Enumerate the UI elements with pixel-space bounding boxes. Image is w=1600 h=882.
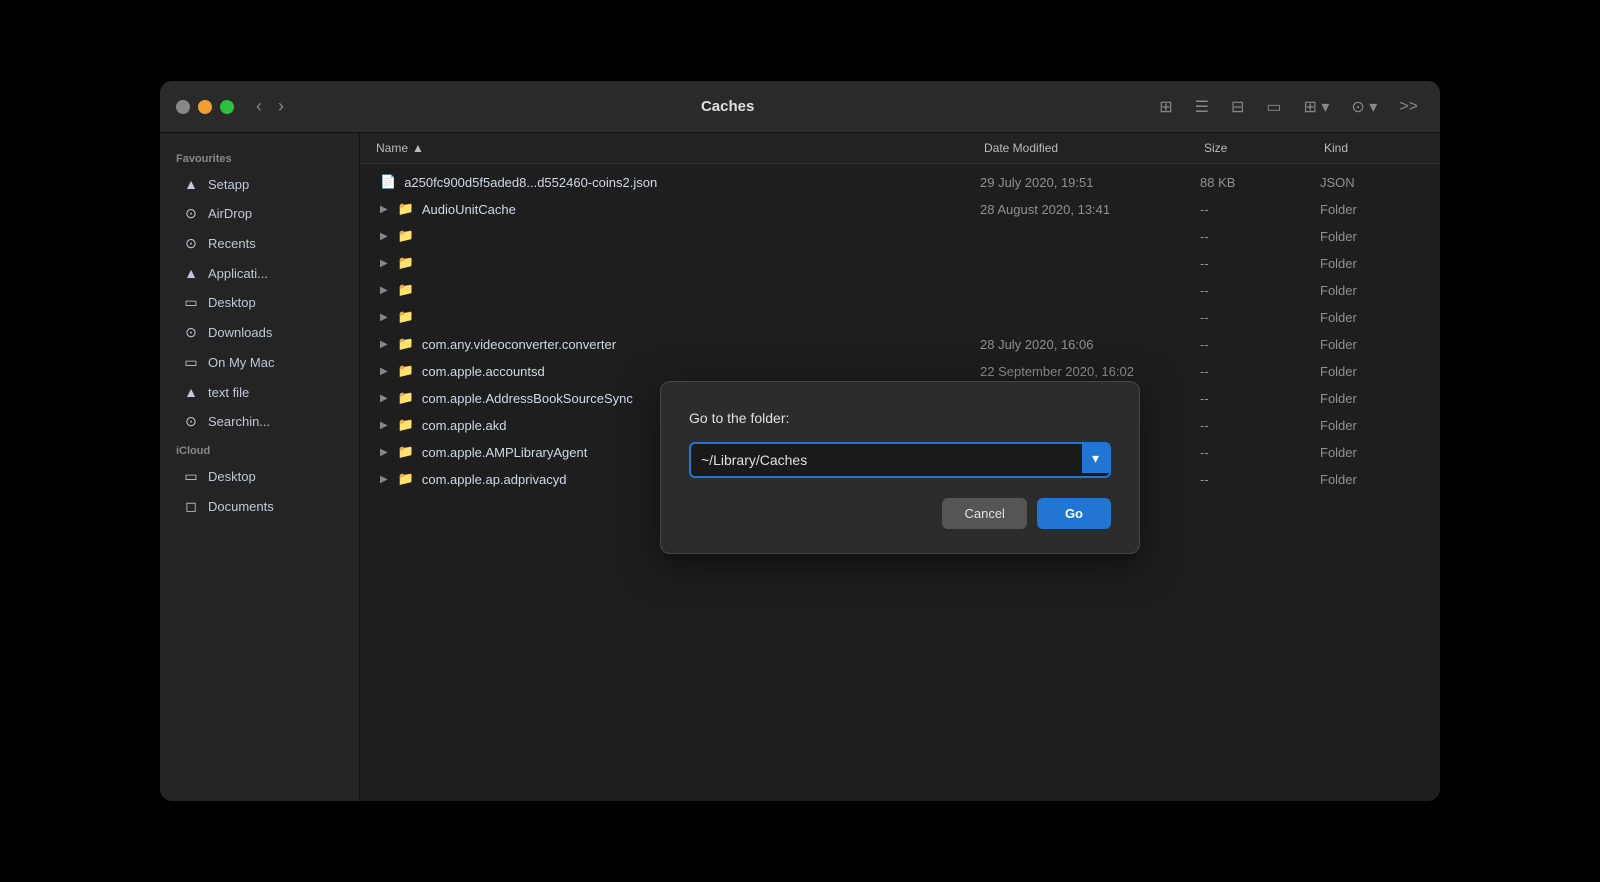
desktop-icon: ▭ [182, 294, 200, 311]
icloud-documents-icon: ◻ [182, 498, 200, 515]
sidebar-item-icloud-documents[interactable]: ◻ Documents [166, 492, 353, 521]
back-button[interactable]: ‹ [250, 92, 268, 121]
sidebar-item-label: On My Mac [208, 355, 274, 370]
sidebar-item-label: Recents [208, 236, 256, 251]
view-icons-button[interactable]: ⊞ [1153, 93, 1178, 121]
sidebar-item-on-my-mac[interactable]: ▭ On My Mac [166, 348, 353, 377]
more-button[interactable]: >> [1393, 94, 1424, 120]
recents-icon: ⊙ [182, 235, 200, 252]
airdrop-icon: ⊙ [182, 205, 200, 222]
sidebar-item-label: Documents [208, 499, 274, 514]
traffic-lights [176, 100, 234, 114]
maximize-button[interactable] [220, 100, 234, 114]
cancel-button[interactable]: Cancel [942, 498, 1026, 529]
searching-icon: ⊙ [182, 413, 200, 430]
main-pane: Name ▲ Date Modified Size Kind 📄 [360, 133, 1440, 801]
dialog-title: Go to the folder: [689, 410, 1111, 426]
sidebar-item-label: text file [208, 385, 249, 400]
go-button[interactable]: Go [1037, 498, 1111, 529]
sidebar-item-label: Desktop [208, 469, 256, 484]
dialog-input-row: ▾ [689, 442, 1111, 478]
sidebar-item-setapp[interactable]: ▲ Setapp [166, 170, 353, 198]
dialog-overlay: Go to the folder: ▾ Cancel Go [360, 133, 1440, 801]
close-button[interactable] [176, 100, 190, 114]
group-button[interactable]: ⊞ ▾ [1298, 93, 1336, 121]
titlebar: ‹ › Caches ⊞ ☰ ⊟ ▭ ⊞ ▾ ⊙ ▾ >> [160, 81, 1440, 133]
sidebar-item-label: Searchin... [208, 414, 270, 429]
sidebar-item-airdrop[interactable]: ⊙ AirDrop [166, 199, 353, 228]
sidebar-item-label: Setapp [208, 177, 249, 192]
view-gallery-button[interactable]: ▭ [1260, 93, 1287, 121]
go-to-folder-dialog: Go to the folder: ▾ Cancel Go [660, 381, 1140, 554]
icloud-desktop-icon: ▭ [182, 468, 200, 485]
setapp-icon: ▲ [182, 176, 200, 192]
sidebar-item-searching[interactable]: ⊙ Searchin... [166, 407, 353, 436]
sidebar-item-applications[interactable]: ▲ Applicati... [166, 259, 353, 287]
window-title: Caches [302, 98, 1153, 115]
sidebar-item-label: AirDrop [208, 206, 252, 221]
view-list-button[interactable]: ☰ [1189, 93, 1215, 121]
sidebar-item-desktop[interactable]: ▭ Desktop [166, 288, 353, 317]
sidebar-item-label: Downloads [208, 325, 272, 340]
path-dropdown-button[interactable]: ▾ [1082, 444, 1109, 473]
applications-icon: ▲ [182, 265, 200, 281]
sidebar-item-icloud-desktop[interactable]: ▭ Desktop [166, 462, 353, 491]
sidebar-item-text-file[interactable]: ▲ text file [166, 378, 353, 406]
toolbar-right: ⊞ ☰ ⊟ ▭ ⊞ ▾ ⊙ ▾ >> [1153, 93, 1424, 121]
sidebar: Favourites ▲ Setapp ⊙ AirDrop ⊙ Recents … [160, 133, 360, 801]
text-file-icon: ▲ [182, 384, 200, 400]
sidebar-item-recents[interactable]: ⊙ Recents [166, 229, 353, 258]
nav-buttons: ‹ › [250, 92, 290, 121]
folder-path-input[interactable] [691, 444, 1082, 476]
sidebar-section-icloud: iCloud [160, 437, 359, 461]
sidebar-item-label: Desktop [208, 295, 256, 310]
sidebar-item-downloads[interactable]: ⊙ Downloads [166, 318, 353, 347]
sidebar-item-label: Applicati... [208, 266, 268, 281]
finder-window: ‹ › Caches ⊞ ☰ ⊟ ▭ ⊞ ▾ ⊙ ▾ >> Favourites… [160, 81, 1440, 801]
sort-button[interactable]: ⊙ ▾ [1345, 93, 1383, 121]
sidebar-section-favourites: Favourites [160, 145, 359, 169]
view-columns-button[interactable]: ⊟ [1225, 93, 1250, 121]
minimize-button[interactable] [198, 100, 212, 114]
on-my-mac-icon: ▭ [182, 354, 200, 371]
content-area: Favourites ▲ Setapp ⊙ AirDrop ⊙ Recents … [160, 133, 1440, 801]
forward-button[interactable]: › [272, 92, 290, 121]
dialog-buttons: Cancel Go [689, 498, 1111, 529]
downloads-icon: ⊙ [182, 324, 200, 341]
